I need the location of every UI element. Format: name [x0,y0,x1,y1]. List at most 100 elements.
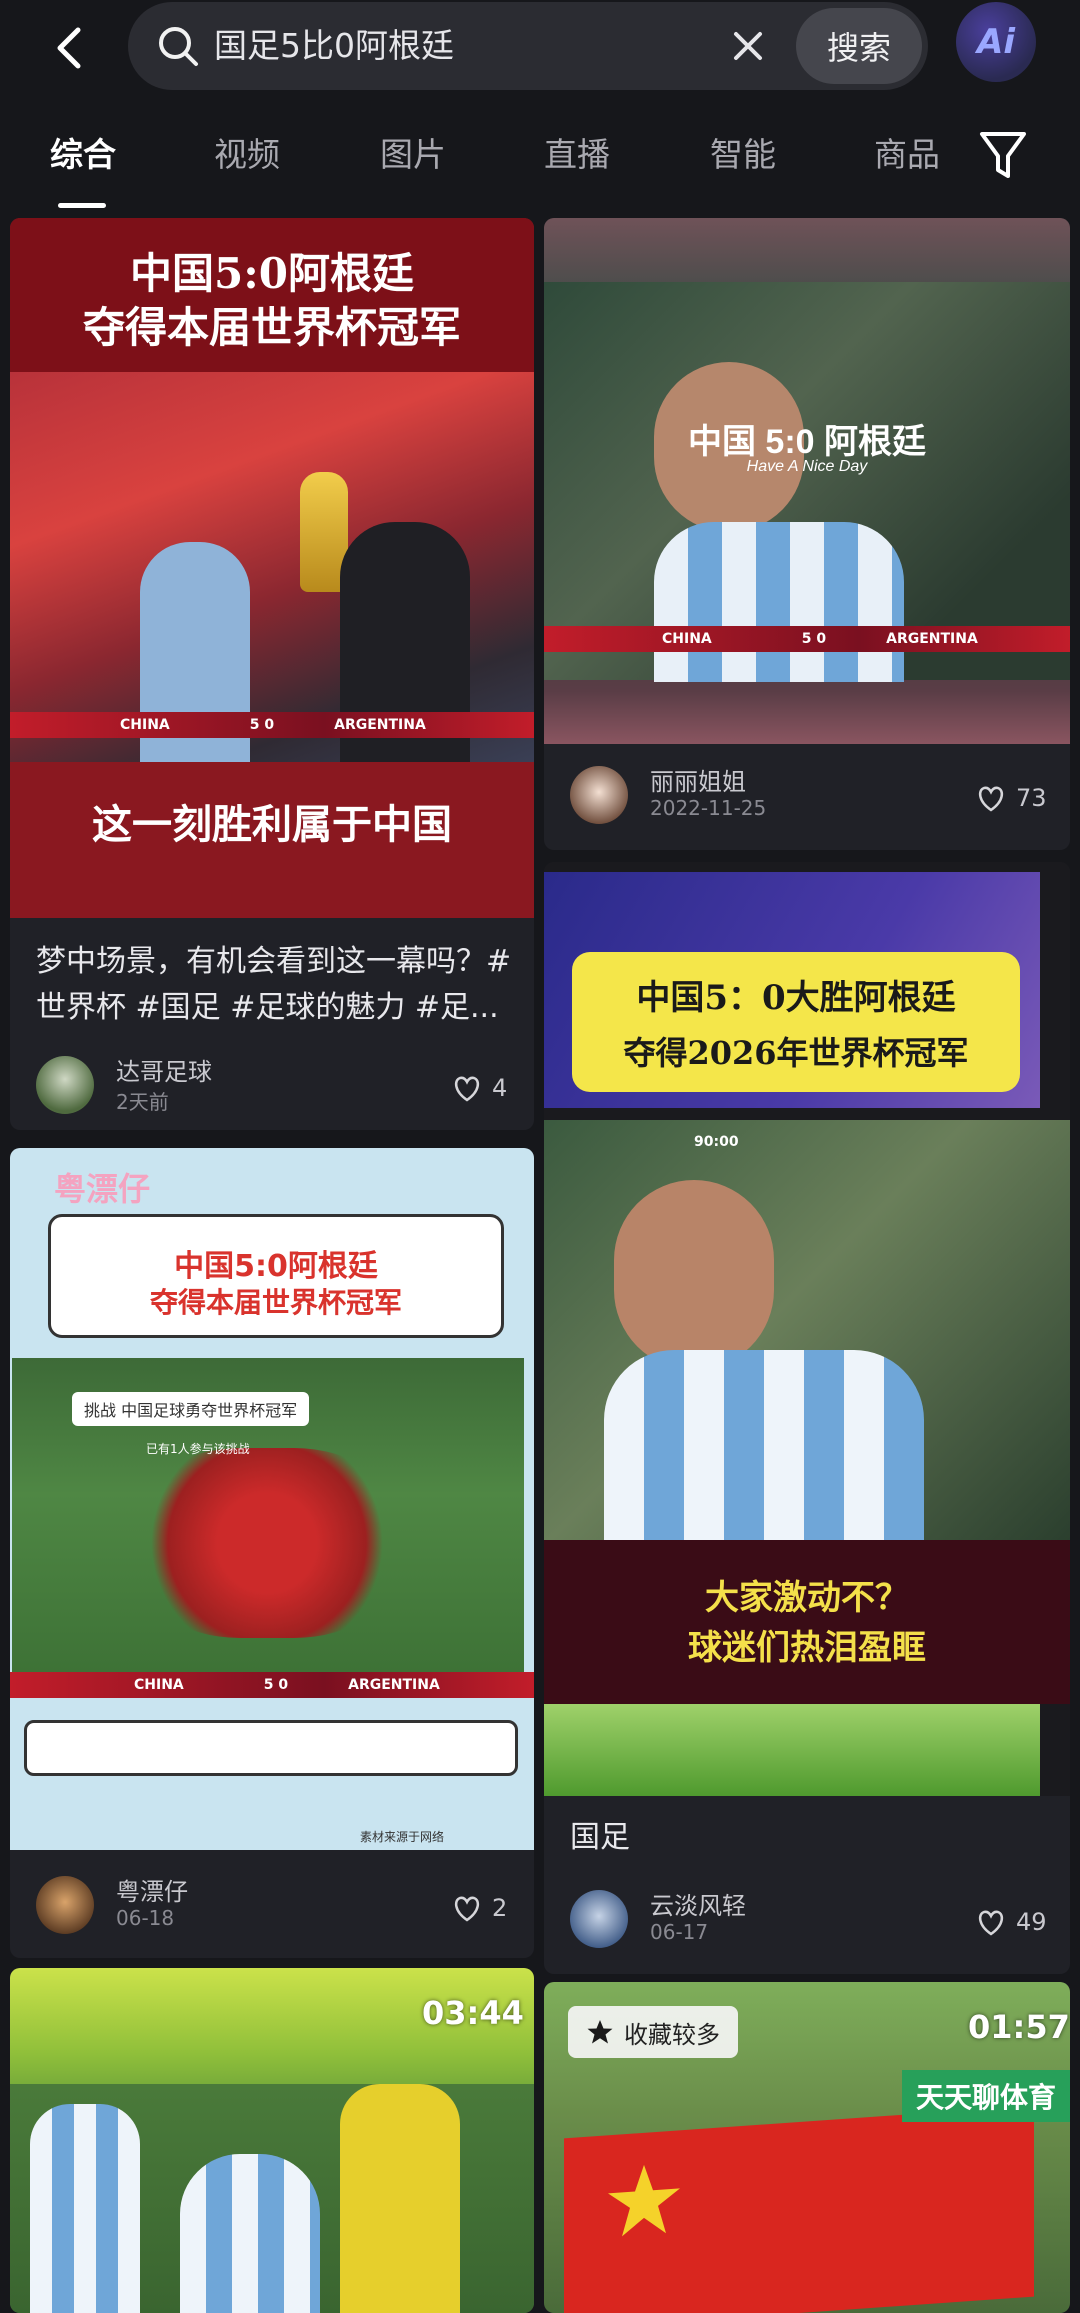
result-card[interactable]: 中国5:0阿根廷 夺得本届世界杯冠军 CHINA 5 0 ARGENTINA 这… [10,218,534,1130]
headline-box: 中国5:0阿根廷 夺得本届世界杯冠军 [48,1214,504,1338]
tab-active-indicator [58,203,106,208]
heart-icon [454,1076,480,1102]
banner-line: 中国5：0大胜阿根廷 [636,978,956,1018]
avatar [36,1056,94,1114]
like-button[interactable]: 73 [976,778,1047,818]
card-title: 国足 [570,1820,630,1855]
card-title-line: 世界杯 #国足 #足球的魅力 #足... [36,990,499,1025]
card-thumbnail: 粤漂仔 中国5:0阿根廷 夺得本届世界杯冠军 挑战 中国足球勇夺世界杯冠军 已有… [10,1148,534,1850]
like-count: 73 [1016,784,1047,812]
team-a-label: CHINA [134,1677,184,1693]
tab-video[interactable]: 视频 [192,130,302,180]
headline-line: 夺得本届世界杯冠军 [149,1286,402,1319]
search-bar[interactable]: 国足5比0阿根廷 搜索 [128,2,928,90]
like-count: 2 [492,1894,508,1922]
author-info[interactable]: 粤漂仔 06-18 [36,1876,336,1938]
challenge-tag[interactable]: 挑战 中国足球勇夺世界杯冠军 [72,1392,310,1426]
player-center [180,2154,320,2313]
score-label: 5 0 [801,631,827,647]
card-title-line: 梦中场景，有机会看到这一幕吗？# [36,944,512,979]
video-duration: 03:44 [422,1994,524,2032]
banner-line: 夺得2026年世界杯冠军 [623,1034,969,1072]
tab-all[interactable]: 综合 [28,130,138,208]
team-a-label: CHINA [120,717,170,733]
banner-box: 中国5：0大胜阿根廷 夺得2026年世界杯冠军 [572,952,1020,1092]
result-card[interactable]: 中国 5:0 阿根廷 Have A Nice Day CHINA 5 0 ARG… [544,218,1070,850]
avatar [570,766,628,824]
tab-live[interactable]: 直播 [522,130,632,180]
source-note: 素材来源于网络 [360,1830,445,1844]
team-crowd [132,1448,402,1638]
back-button[interactable] [40,18,100,78]
post-date: 2022-11-25 [650,796,767,820]
tab-label: 综合 [50,135,116,174]
video-duration: 01:57 [968,2008,1070,2046]
player-photo: 90:00 [544,1120,1070,1540]
scoreboard-bar: CHINA 5 0 ARGENTINA [10,712,534,738]
author-name: 粤漂仔 [116,1878,188,1906]
headline-line: 中国5:0阿根廷 [174,1249,378,1284]
score-label: 5 0 [263,1677,289,1693]
card-thumbnail: 中国 5:0 阿根廷 Have A Nice Day CHINA 5 0 ARG… [544,218,1070,744]
participants-text: 已有1人参与该挑战 [146,1442,250,1456]
search-input[interactable]: 国足5比0阿根廷 [214,22,454,70]
filter-icon[interactable] [978,128,1028,184]
channel-tag: 天天聊体育 [901,2070,1070,2122]
thumbnail-caption: 大家激动不？ [705,1578,909,1618]
heart-icon [978,786,1004,812]
comment-box [24,1720,518,1776]
player-photo [544,282,1070,682]
like-button[interactable]: 2 [452,1888,507,1928]
tab-smart[interactable]: 智能 [688,130,798,180]
scoreboard-bar: CHINA 5 0 ARGENTINA [544,626,1070,652]
thumbnail-subheadline: 夺得本届世界杯冠军 [82,303,461,352]
thumbnail-caption: 这一刻胜利属于中国 [92,801,452,848]
team-b-label: ARGENTINA [886,631,978,647]
author-info[interactable]: 达哥足球 2天前 [36,1056,336,1118]
watermark-text: 粤漂仔 [54,1170,151,1208]
badge-label: 收藏较多 [624,2020,720,2049]
thumbnail-caption: 球迷们热泪盈眶 [688,1628,926,1668]
video-card[interactable]: 03:44 [10,1968,534,2313]
tab-images[interactable]: 图片 [358,130,468,180]
player-head [614,1180,774,1370]
author-info[interactable]: 云淡风轻 06-17 [570,1890,870,1952]
star-icon [587,2020,613,2044]
thumbnail-headline: 中国5:0阿根廷 [130,249,414,298]
player-jersey [604,1350,924,1540]
card-thumbnail: 中国5:0阿根廷 夺得本届世界杯冠军 CHINA 5 0 ARGENTINA 这… [10,218,534,918]
team-b-label: ARGENTINA [348,1677,440,1693]
star-icon [608,2164,680,2237]
card-thumbnail: 03:44 [10,1968,534,2313]
search-icon [159,27,198,66]
result-card[interactable]: 中国5：0大胜阿根廷 夺得2026年世界杯冠军 90:00 大家激动不？ 球迷们… [544,862,1070,1974]
result-card[interactable]: 粤漂仔 中国5:0阿根廷 夺得本届世界杯冠军 挑战 中国足球勇夺世界杯冠军 已有… [10,1148,534,1958]
chinese-flag [564,2105,1034,2313]
tab-products[interactable]: 商品 [852,130,962,180]
card-thumbnail: 中国5：0大胜阿根廷 夺得2026年世界杯冠军 90:00 大家激动不？ 球迷们… [544,862,1070,1796]
team-a-label: CHINA [662,631,712,647]
card-thumbnail: 收藏较多 01:57 天天聊体育 [544,1982,1070,2313]
author-name: 丽丽姐姐 [650,768,746,796]
post-date: 06-18 [116,1906,175,1930]
top-bar: 国足5比0阿根廷 搜索 Ai [0,0,1080,96]
ai-assistant-button[interactable]: Ai [956,2,1036,82]
like-count: 49 [1016,1908,1047,1936]
heart-icon [454,1896,480,1922]
match-time: 90:00 [694,1134,739,1150]
like-button[interactable]: 49 [976,1902,1047,1942]
like-count: 4 [492,1074,508,1102]
banner-area: 中国5：0大胜阿根廷 夺得2026年世界杯冠军 [544,872,1040,1108]
search-button[interactable]: 搜索 [796,8,922,84]
avatar [36,1876,94,1934]
celebration-photo [10,372,534,762]
post-date: 2天前 [116,1090,169,1114]
clear-icon[interactable] [728,26,768,66]
like-button[interactable]: 4 [452,1068,507,1108]
heart-icon [978,1910,1004,1936]
video-card[interactable]: 收藏较多 01:57 天天聊体育 [544,1982,1070,2313]
player-yellow [340,2084,460,2313]
team-b-label: ARGENTINA [334,717,426,733]
author-info[interactable]: 丽丽姐姐 2022-11-25 [570,766,870,828]
author-name: 云淡风轻 [650,1892,746,1920]
